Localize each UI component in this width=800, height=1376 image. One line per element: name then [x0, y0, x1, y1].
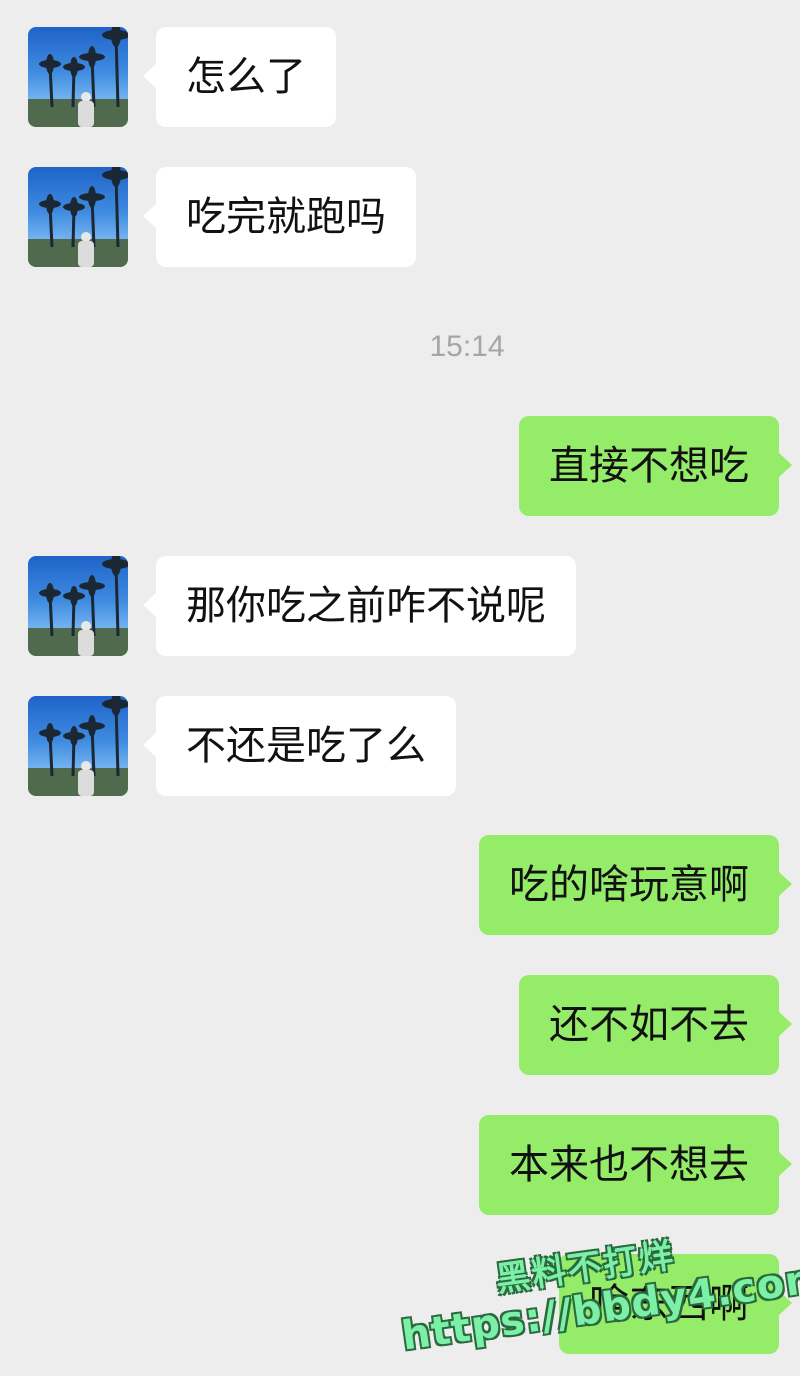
message-row: 直接不想吃	[0, 416, 800, 516]
palm-trees-avatar-icon[interactable]	[28, 167, 128, 267]
chat-view: 怎么了 吃完就跑吗 15:14 直接不想吃 那你吃之前咋不说呢 不还是吃了么 吃…	[0, 0, 800, 1376]
message-row: 吃完就跑吗	[0, 167, 800, 267]
message-timestamp: 15:14	[429, 330, 505, 363]
message-row: 怎么了	[0, 27, 800, 127]
incoming-message-bubble[interactable]: 不还是吃了么	[143, 696, 456, 796]
outgoing-message-bubble[interactable]: 直接不想吃	[519, 416, 792, 516]
outgoing-message-bubble[interactable]: 啥东西啊	[559, 1254, 792, 1354]
incoming-message-bubble[interactable]: 吃完就跑吗	[143, 167, 416, 267]
message-row: 那你吃之前咋不说呢	[0, 556, 800, 656]
message-row: 啥东西啊	[0, 1254, 800, 1354]
incoming-message-bubble[interactable]: 那你吃之前咋不说呢	[143, 556, 576, 656]
palm-trees-avatar-icon[interactable]	[28, 556, 128, 656]
palm-trees-avatar-icon[interactable]	[28, 696, 128, 796]
message-row: 不还是吃了么	[0, 696, 800, 796]
outgoing-message-bubble[interactable]: 本来也不想去	[479, 1115, 792, 1215]
message-row: 本来也不想去	[0, 1115, 800, 1215]
outgoing-message-bubble[interactable]: 吃的啥玩意啊	[479, 835, 792, 935]
incoming-message-bubble[interactable]: 怎么了	[143, 27, 336, 127]
outgoing-message-bubble[interactable]: 还不如不去	[519, 975, 792, 1075]
message-row: 吃的啥玩意啊	[0, 835, 800, 935]
palm-trees-avatar-icon[interactable]	[28, 27, 128, 127]
message-row: 还不如不去	[0, 975, 800, 1075]
